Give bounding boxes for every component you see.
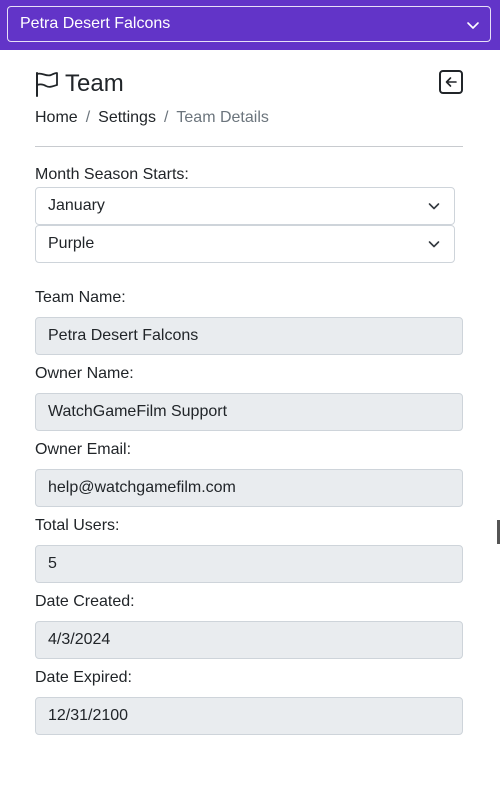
date-expired-field[interactable]: 12/31/2100 xyxy=(35,697,463,735)
owner-email-label: Owner Email: xyxy=(35,441,132,458)
season-start-select[interactable]: January xyxy=(35,187,455,225)
season-start-label: Month Season Starts: xyxy=(35,166,189,183)
breadcrumb-current: Team Details xyxy=(176,109,269,126)
breadcrumb-home[interactable]: Home xyxy=(35,108,78,128)
owner-email-field[interactable]: help@watchgamefilm.com xyxy=(35,469,463,507)
total-users-label: Total Users: xyxy=(35,517,120,534)
chevron-down-icon xyxy=(428,241,440,248)
divider xyxy=(35,146,463,147)
back-button[interactable] xyxy=(439,70,463,94)
arrow-left-icon xyxy=(445,77,457,87)
breadcrumb: Home / Settings / Team Details xyxy=(35,108,269,128)
breadcrumb-settings[interactable]: Settings xyxy=(98,108,156,128)
page-title: Team xyxy=(65,70,124,97)
chevron-down-icon xyxy=(467,22,479,29)
team-select[interactable]: Petra Desert Falcons xyxy=(7,6,491,42)
chevron-down-icon xyxy=(428,203,440,210)
flag-icon xyxy=(36,72,58,97)
team-select-value: Petra Desert Falcons xyxy=(20,15,171,32)
top-bar: Petra Desert Falcons xyxy=(0,0,500,50)
season-start-value: January xyxy=(48,197,105,214)
owner-name-field[interactable]: WatchGameFilm Support xyxy=(35,393,463,431)
team-color-value: Purple xyxy=(48,235,95,252)
page-header: Team xyxy=(35,68,465,102)
breadcrumb-separator: / xyxy=(85,109,91,126)
date-expired-label: Date Expired: xyxy=(35,669,132,686)
date-created-label: Date Created: xyxy=(35,593,135,610)
team-name-field[interactable]: Petra Desert Falcons xyxy=(35,317,463,355)
total-users-field[interactable]: 5 xyxy=(35,545,463,583)
team-name-label: Team Name: xyxy=(35,289,126,306)
date-created-field[interactable]: 4/3/2024 xyxy=(35,621,463,659)
team-color-select[interactable]: Purple xyxy=(35,225,455,263)
breadcrumb-separator: / xyxy=(163,109,169,126)
owner-name-label: Owner Name: xyxy=(35,365,134,382)
